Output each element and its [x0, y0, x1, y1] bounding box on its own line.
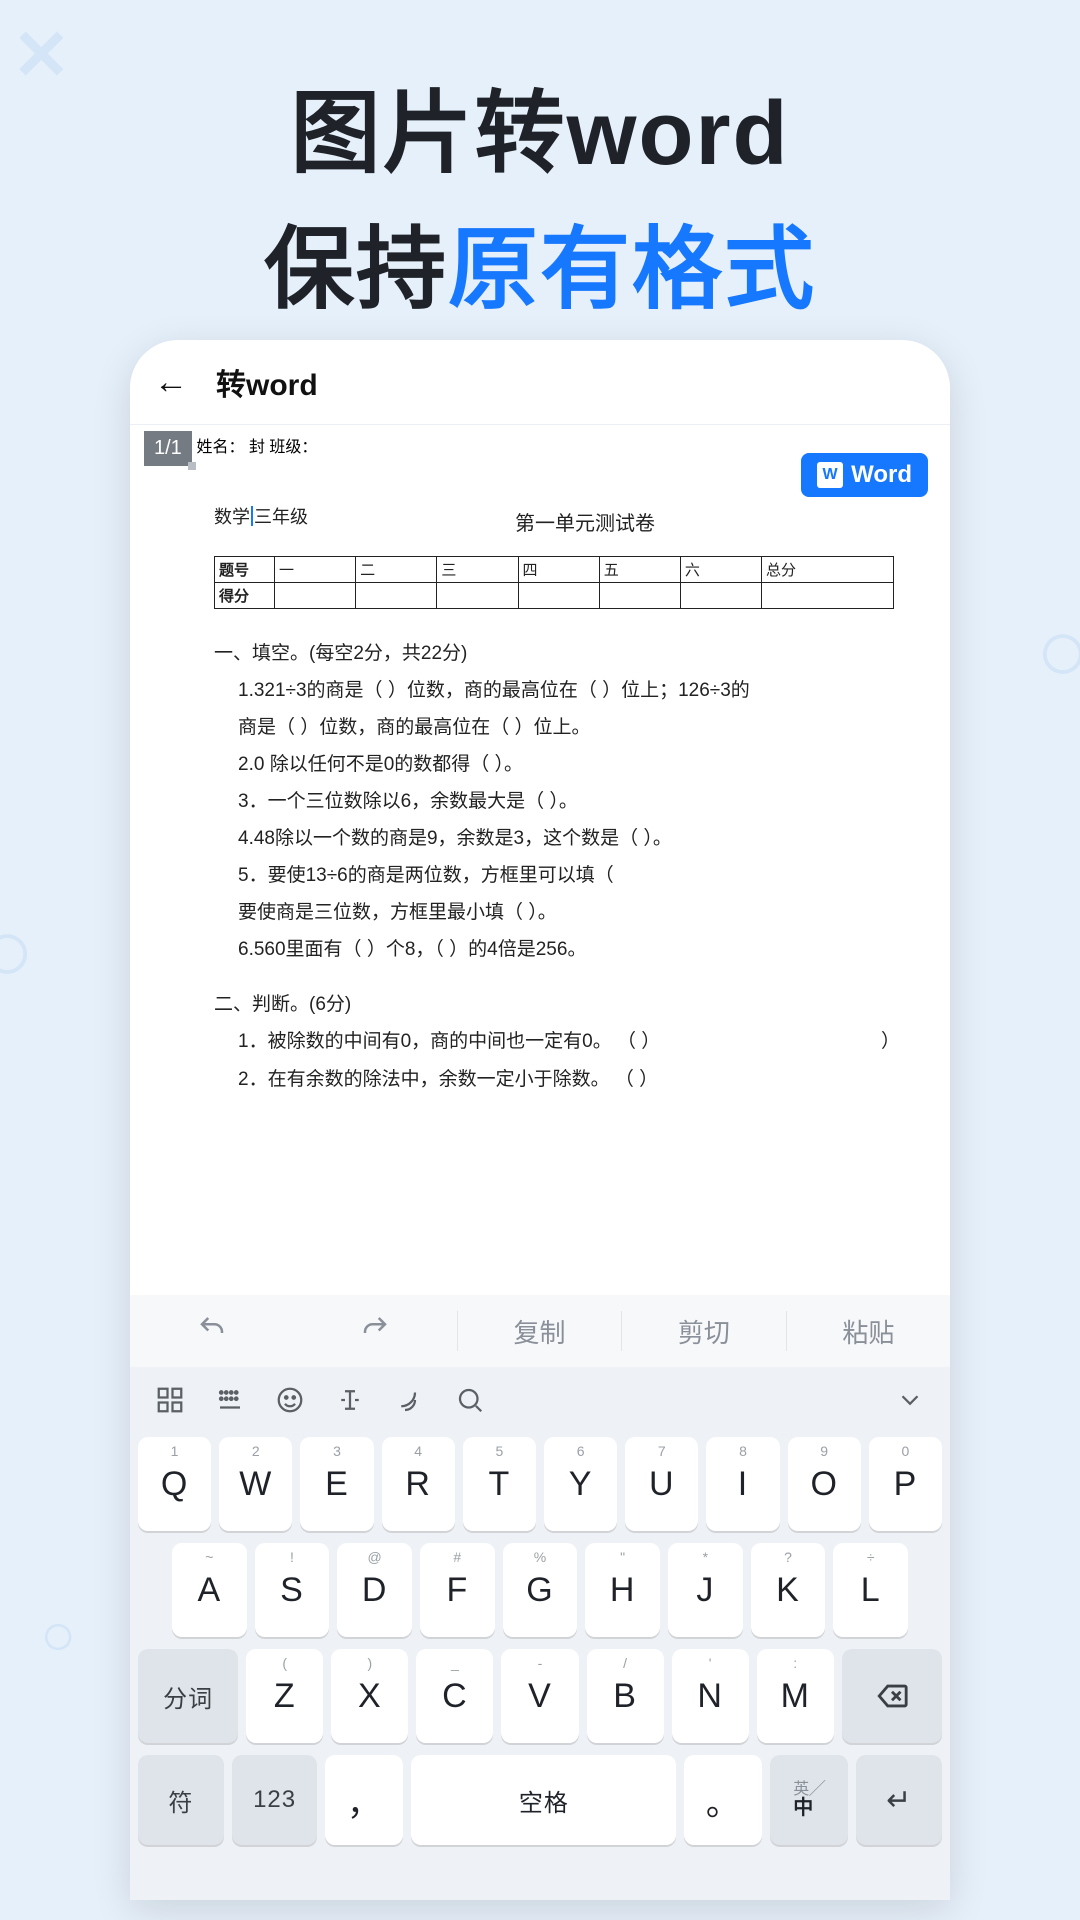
key-segment[interactable]: 分词: [138, 1649, 238, 1743]
section-1: 一、填空。(每空2分，共22分) 1.321÷3的商是（ ）位数，商的最高位在（…: [214, 635, 926, 968]
key-u[interactable]: 7U: [625, 1437, 698, 1531]
word-icon: W: [817, 462, 843, 488]
export-word-label: Word: [851, 461, 912, 489]
key-s[interactable]: !S: [255, 1543, 330, 1637]
key-language[interactable]: 英╱中: [770, 1755, 848, 1845]
key-j[interactable]: *J: [668, 1543, 743, 1637]
kbd-search-icon[interactable]: [440, 1385, 500, 1420]
kbd-apps-icon[interactable]: [140, 1385, 200, 1420]
page-indicator: 1/1: [144, 431, 192, 466]
kbd-cursor-icon[interactable]: [320, 1385, 380, 1420]
kbd-emoji-icon[interactable]: [260, 1385, 320, 1420]
key-b[interactable]: /B: [587, 1649, 664, 1743]
key-space[interactable]: 空格: [411, 1755, 676, 1845]
key-backspace[interactable]: [842, 1649, 942, 1743]
key-symbols[interactable]: 符: [138, 1755, 224, 1845]
text-cursor: [251, 506, 253, 526]
cut-button[interactable]: 剪切: [622, 1313, 785, 1350]
key-m[interactable]: :M: [757, 1649, 834, 1743]
key-e[interactable]: 3E: [300, 1437, 373, 1531]
label-class: 班级：: [269, 439, 317, 456]
label-name: 姓名：: [196, 439, 244, 456]
soft-keyboard: 1Q2W3E4R5T6Y7U8I9O0P ~A!S@D#F%G"H*J?K÷L …: [130, 1367, 950, 1900]
headline-line2: 保持原有格式: [0, 196, 1080, 326]
key-c[interactable]: _C: [416, 1649, 493, 1743]
headline-line1: 图片转word: [0, 60, 1080, 190]
key-g[interactable]: %G: [503, 1543, 578, 1637]
key-n[interactable]: 'N: [672, 1649, 749, 1743]
key-o[interactable]: 9O: [788, 1437, 861, 1531]
key-d[interactable]: @D: [337, 1543, 412, 1637]
kbd-layout-icon[interactable]: [200, 1385, 260, 1420]
keyboard-toolbar: [130, 1367, 950, 1437]
doc-title: 第一单元测试卷: [244, 507, 926, 536]
key-enter[interactable]: ↵: [856, 1755, 942, 1845]
page-title: 转word: [216, 360, 318, 404]
key-v[interactable]: -V: [501, 1649, 578, 1743]
section-2: 二、判断。(6分) 1．被除数的中间有0，商的中间也一定有0。 （ ） ） 2．…: [214, 986, 926, 1097]
undo-icon: [197, 1313, 227, 1343]
key-k[interactable]: ?K: [751, 1543, 826, 1637]
back-icon[interactable]: ←: [154, 363, 188, 402]
key-y[interactable]: 6Y: [544, 1437, 617, 1531]
key-f[interactable]: #F: [420, 1543, 495, 1637]
key-period[interactable]: 。: [684, 1755, 762, 1845]
promo-headline: 图片转word 保持原有格式: [0, 0, 1080, 326]
backspace-icon: [875, 1679, 909, 1713]
undo-button[interactable]: [130, 1313, 293, 1350]
key-t[interactable]: 5T: [463, 1437, 536, 1531]
key-q[interactable]: 1Q: [138, 1437, 211, 1531]
copy-button[interactable]: 复制: [458, 1313, 621, 1350]
key-h[interactable]: "H: [585, 1543, 660, 1637]
document-viewport[interactable]: 1/1 W Word 学号： 姓名： 封 班级： 数学三年级 第一单元测试卷 题…: [130, 425, 950, 1295]
key-p[interactable]: 0P: [869, 1437, 942, 1531]
kbd-voice-icon[interactable]: [380, 1385, 440, 1420]
key-l[interactable]: ÷L: [833, 1543, 908, 1637]
score-table: 题号 一 二 三 四 五 六 总分 得分: [214, 556, 894, 609]
key-i[interactable]: 8I: [706, 1437, 779, 1531]
app-bar: ← 转word: [130, 340, 950, 424]
key-r[interactable]: 4R: [382, 1437, 455, 1531]
redo-icon: [360, 1313, 390, 1343]
key-w[interactable]: 2W: [219, 1437, 292, 1531]
key-x[interactable]: )X: [331, 1649, 408, 1743]
phone-frame: ← 转word 1/1 W Word 学号： 姓名： 封 班级： 数学三年级 第…: [130, 340, 950, 1900]
key-z[interactable]: (Z: [246, 1649, 323, 1743]
edit-toolbar: 复制 剪切 粘贴: [130, 1295, 950, 1367]
key-numbers[interactable]: 123: [232, 1755, 318, 1845]
key-comma[interactable]: ，: [325, 1755, 403, 1845]
document-content[interactable]: 数学三年级 第一单元测试卷 题号 一 二 三 四 五 六 总分 得分: [144, 503, 936, 1098]
export-word-button[interactable]: W Word: [801, 453, 928, 497]
label-seal: 封: [249, 439, 265, 456]
key-a[interactable]: ~A: [172, 1543, 247, 1637]
paste-button[interactable]: 粘贴: [787, 1313, 950, 1350]
kbd-collapse-icon[interactable]: [880, 1385, 940, 1420]
redo-button[interactable]: [293, 1313, 456, 1350]
